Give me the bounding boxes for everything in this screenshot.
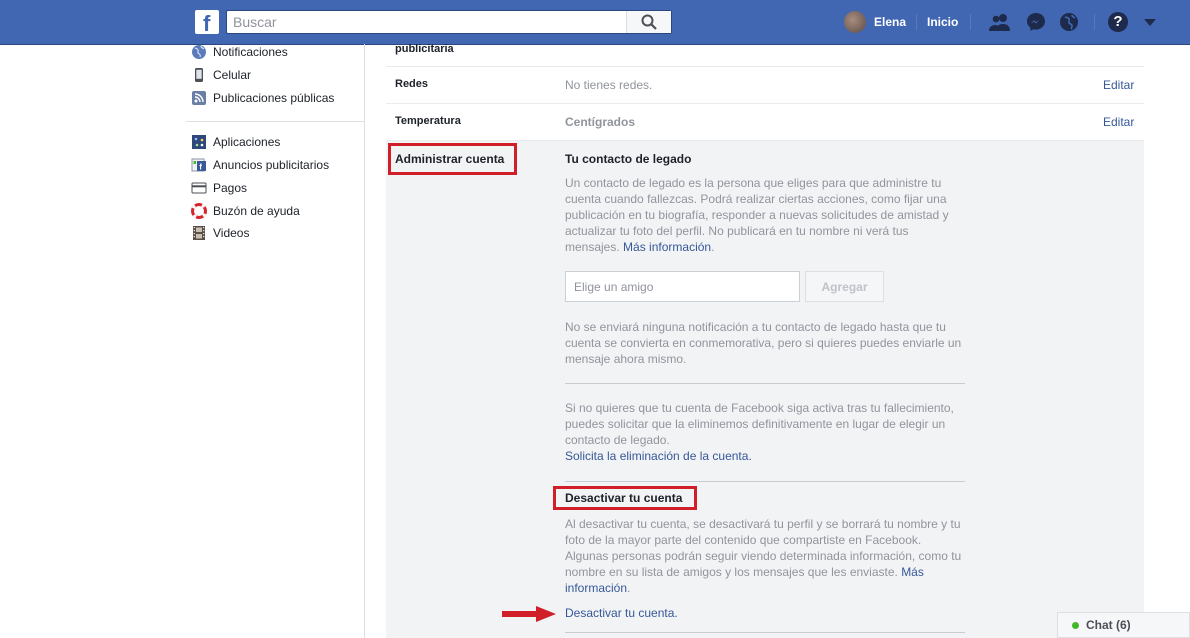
friend-requests-icon[interactable] (988, 11, 1012, 33)
manage-account-label: Administrar cuenta (395, 152, 505, 166)
separator (1094, 14, 1095, 30)
search-icon (641, 14, 657, 30)
nav-item-label: Celular (213, 68, 252, 82)
section-divider (565, 632, 965, 633)
edit-temperatura-link[interactable]: Editar (1103, 115, 1134, 129)
nav-item-label: Pagos (213, 181, 248, 195)
svg-text:f: f (199, 163, 202, 172)
legacy-notice-text: No se enviará ninguna notificación a tu … (565, 320, 962, 366)
more-info-link[interactable]: Más información (623, 240, 711, 254)
profile-link[interactable]: Elena (844, 11, 906, 33)
apps-icon (191, 134, 207, 150)
nav-item-celular[interactable]: Celular (191, 65, 251, 85)
facebook-logo-icon[interactable]: f (195, 10, 219, 36)
online-status-icon (1072, 621, 1079, 629)
search-input[interactable] (227, 11, 634, 33)
avatar (844, 11, 866, 33)
account-menu-caret-icon[interactable] (1144, 19, 1156, 26)
user-name: Elena (874, 15, 907, 29)
section-divider (565, 481, 965, 482)
red-arrow-icon (502, 606, 556, 622)
nav-item-publicaciones-publicas[interactable]: Publicaciones públicas (191, 88, 334, 108)
help-icon[interactable]: ? (1108, 12, 1128, 32)
rss-icon (191, 90, 207, 106)
edit-redes-link[interactable]: Editar (1103, 78, 1134, 92)
deactivate-account-title: Desactivar tu cuenta (565, 491, 683, 505)
phone-icon (191, 67, 207, 83)
film-icon (191, 225, 207, 241)
column-divider (364, 44, 365, 638)
nav-item-label: Notificaciones (213, 45, 288, 59)
nav-item-anuncios[interactable]: f Anuncios publicitarios (191, 155, 329, 175)
legacy-contact-description: Un contacto de legado es la persona que … (565, 176, 949, 254)
nav-item-buzon-de-ayuda[interactable]: Buzón de ayuda (191, 201, 300, 221)
lifebuoy-icon (191, 203, 207, 219)
deactivate-account-description: Al desactivar tu cuenta, se desactivará … (565, 517, 962, 595)
legacy-contact-title: Tu contacto de legado (565, 152, 692, 166)
globe-icon (191, 44, 207, 60)
nav-item-pagos[interactable]: Pagos (191, 178, 247, 198)
separator (916, 14, 917, 30)
nav-divider (186, 121, 364, 122)
row-label-partial: publicitaria (395, 43, 454, 55)
row-value-temperatura: Centígrados (565, 115, 636, 129)
request-deletion-link[interactable]: Solicita la eliminación de la cuenta. (565, 449, 752, 463)
search-button[interactable] (626, 11, 671, 33)
nav-item-aplicaciones[interactable]: Aplicaciones (191, 132, 280, 152)
delete-account-description: Si no quieres que tu cuenta de Facebook … (565, 401, 954, 463)
nav-item-label: Anuncios publicitarios (213, 158, 330, 172)
home-link[interactable]: Inicio (927, 15, 958, 29)
nav-item-label: Publicaciones públicas (213, 91, 335, 105)
chat-label: Chat (6) (1086, 618, 1131, 632)
search-box (226, 10, 672, 34)
row-label-redes: Redes (395, 78, 429, 90)
row-value-redes: No tienes redes. (565, 78, 653, 92)
deactivate-account-link[interactable]: Desactivar tu cuenta. (565, 606, 678, 620)
nav-item-videos[interactable]: Videos (191, 223, 249, 243)
chat-tab[interactable]: Chat (6) (1057, 612, 1190, 638)
row-label-temperatura: Temperatura (395, 115, 461, 127)
ads-icon: f (191, 157, 207, 173)
nav-item-label: Buzón de ayuda (213, 204, 300, 218)
card-icon (191, 180, 207, 196)
row-divider (386, 66, 1144, 67)
add-legacy-contact-button[interactable]: Agregar (805, 271, 884, 302)
nav-item-notificaciones[interactable]: Notificaciones (191, 42, 288, 62)
nav-item-label: Videos (213, 226, 250, 240)
separator (970, 14, 971, 30)
section-divider (565, 383, 965, 384)
row-divider (386, 103, 1144, 104)
nav-item-label: Aplicaciones (213, 135, 281, 149)
top-navigation-bar: f Elena Inicio ? (0, 0, 1190, 45)
notifications-globe-icon[interactable] (1057, 11, 1081, 33)
messenger-icon[interactable] (1024, 11, 1048, 33)
choose-friend-input[interactable] (565, 271, 800, 302)
